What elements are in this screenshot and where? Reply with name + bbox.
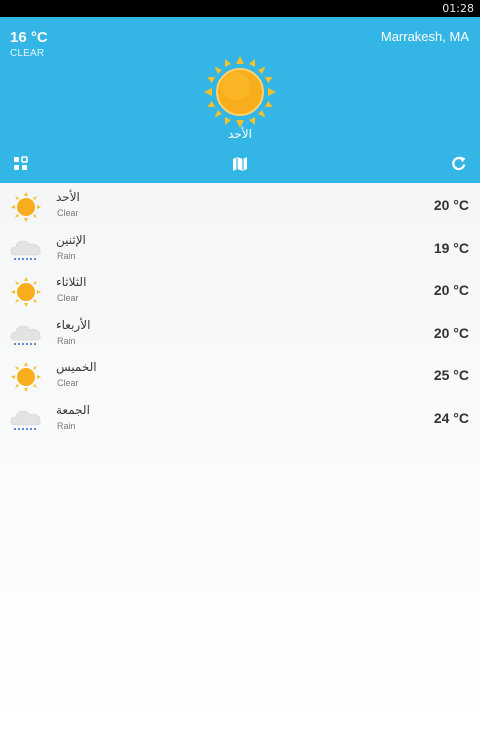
status-bar: 01:28 <box>0 0 480 17</box>
sun-icon <box>10 192 42 222</box>
forecast-day: الإثنين <box>56 232 86 247</box>
rain-cloud-icon <box>10 320 42 350</box>
refresh-icon[interactable] <box>450 155 468 173</box>
forecast-day: الأحد <box>56 190 80 204</box>
forecast-row[interactable]: الخميس Clear 25 °C <box>0 354 480 397</box>
sun-icon <box>10 277 42 308</box>
forecast-row[interactable]: الجمعة Rain 24 °C <box>0 397 480 440</box>
rain-cloud-icon <box>10 405 42 435</box>
forecast-day: الثلاثاء <box>56 275 87 290</box>
current-day: الأحد <box>228 127 252 141</box>
forecast-temperature: 20 °C <box>433 282 469 299</box>
forecast-condition: Rain <box>57 335 76 346</box>
forecast-day: الجمعة <box>56 402 90 417</box>
forecast-condition: Rain <box>57 250 76 261</box>
sun-icon <box>10 362 42 393</box>
forecast-temperature: 19 °C <box>433 239 469 256</box>
location-label: Marrakesh, MA <box>380 29 469 44</box>
current-temperature: 16 °C <box>10 29 48 46</box>
map-icon[interactable] <box>231 155 249 173</box>
forecast-day: الأربعاء <box>56 317 91 332</box>
forecast-list: الأحد Clear 20 °C الإثنين Rain 19 °C الث… <box>0 184 480 440</box>
forecast-row[interactable]: الثلاثاء Clear 20 °C <box>0 269 480 312</box>
current-weather-header: 16 °C CLEAR Marrakesh, MA الأحد <box>0 17 480 183</box>
forecast-condition: Clear <box>57 293 79 304</box>
forecast-row[interactable]: الأحد Clear 20 °C <box>0 184 480 227</box>
rain-cloud-icon <box>10 235 42 265</box>
current-condition: CLEAR <box>10 48 45 59</box>
forecast-condition: Clear <box>57 378 79 389</box>
forecast-condition: Clear <box>57 208 79 218</box>
status-time: 01:28 <box>442 2 474 15</box>
forecast-temperature: 24 °C <box>433 409 469 426</box>
forecast-row[interactable]: الإثنين Rain 19 °C <box>0 227 480 270</box>
forecast-temperature: 20 °C <box>433 324 469 341</box>
forecast-temperature: 20 °C <box>433 197 469 213</box>
forecast-day: الخميس <box>56 360 97 375</box>
forecast-row[interactable]: الأربعاء Rain 20 °C <box>0 312 480 355</box>
forecast-condition: Rain <box>57 420 76 431</box>
forecast-temperature: 25 °C <box>433 367 469 384</box>
sun-icon <box>203 55 277 129</box>
grid-icon[interactable] <box>12 155 30 173</box>
